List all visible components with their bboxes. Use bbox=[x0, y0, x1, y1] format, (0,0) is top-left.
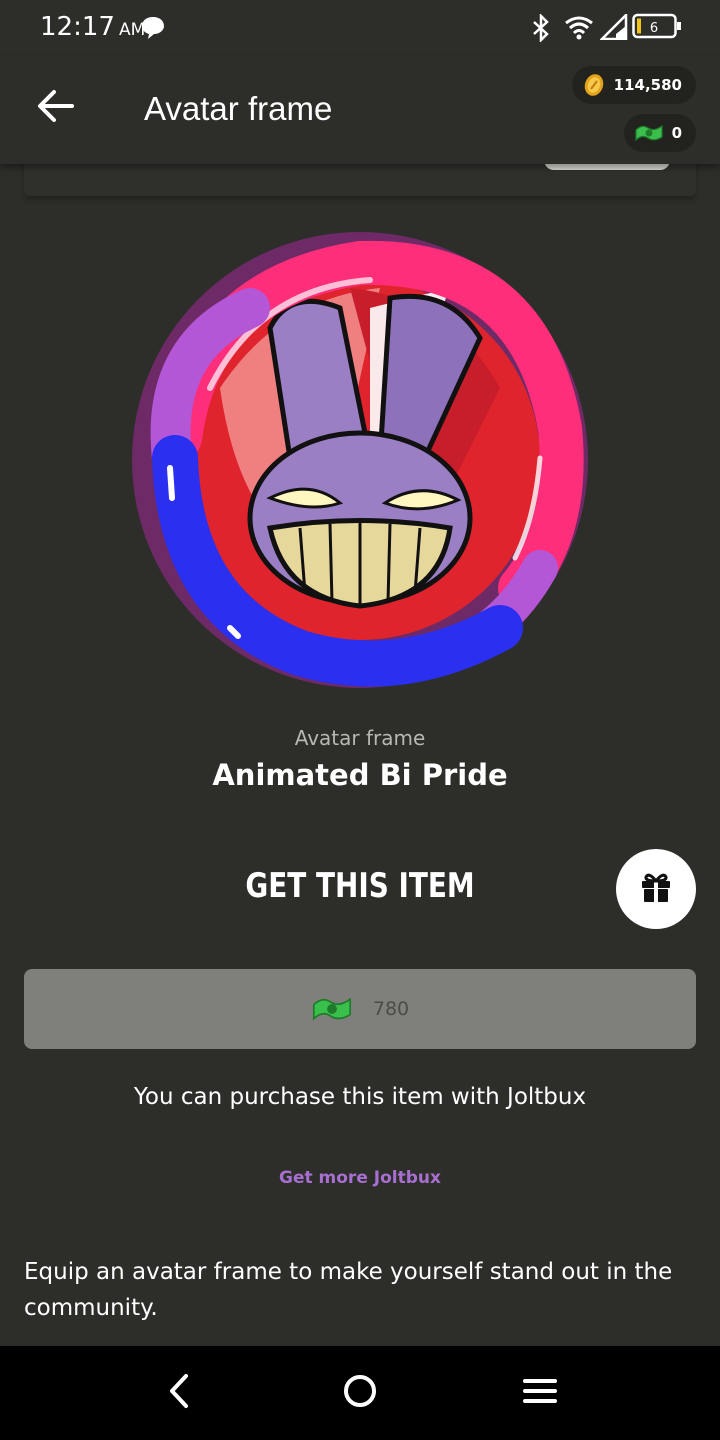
purchase-note: You can purchase this item with Joltbux bbox=[133, 1084, 587, 1110]
system-nav-bar bbox=[0, 1346, 720, 1440]
get-item-heading: GET THIS ITEM bbox=[245, 866, 475, 906]
coin-icon bbox=[582, 73, 606, 97]
nav-back-button[interactable] bbox=[154, 1368, 204, 1418]
gift-icon bbox=[639, 870, 673, 908]
app-header: Avatar frame 114,580 0 bbox=[0, 56, 720, 164]
get-more-joltbux-link[interactable]: Get more Joltbux bbox=[0, 1168, 720, 1188]
joltbux-icon bbox=[311, 993, 353, 1025]
screen: 12:17 AM 6 Avatar frame 114,580 0 Avatar… bbox=[0, 0, 720, 1440]
battery-level: 6 bbox=[650, 21, 658, 36]
coins-amount: 114,580 bbox=[613, 76, 682, 94]
joltbux-amount: 0 bbox=[671, 124, 682, 142]
status-bar: 12:17 AM 6 bbox=[0, 0, 720, 56]
gift-button[interactable] bbox=[616, 849, 696, 929]
chat-bubble-icon bbox=[140, 14, 166, 44]
arrow-left-icon bbox=[36, 88, 76, 128]
clock-time: 12:17 bbox=[40, 12, 115, 42]
status-time: 12:17 AM bbox=[40, 12, 145, 42]
item-name: Animated Bi Pride bbox=[212, 758, 508, 792]
back-button[interactable] bbox=[30, 82, 82, 134]
battery-icon: 6 bbox=[632, 12, 682, 44]
item-category: Avatar frame bbox=[294, 726, 426, 750]
coins-balance[interactable]: 114,580 bbox=[571, 66, 696, 104]
joltbux-icon bbox=[634, 122, 664, 144]
bluetooth-icon bbox=[530, 12, 552, 46]
joltbux-balance[interactable]: 0 bbox=[623, 114, 696, 152]
item-description: Equip an avatar frame to make yourself s… bbox=[24, 1259, 673, 1321]
signal-icon bbox=[598, 11, 628, 44]
menu-icon bbox=[522, 1376, 558, 1410]
page-title: Avatar frame bbox=[144, 90, 333, 127]
circle-home-icon bbox=[342, 1373, 378, 1413]
price-value: 780 bbox=[372, 998, 410, 1020]
wifi-icon bbox=[564, 14, 594, 44]
nav-home-button[interactable] bbox=[335, 1368, 385, 1418]
nav-menu-button[interactable] bbox=[515, 1368, 565, 1418]
avatar-frame-preview bbox=[120, 228, 600, 708]
chevron-left-icon bbox=[164, 1373, 194, 1413]
buy-with-joltbux-button[interactable]: 780 bbox=[24, 969, 696, 1049]
